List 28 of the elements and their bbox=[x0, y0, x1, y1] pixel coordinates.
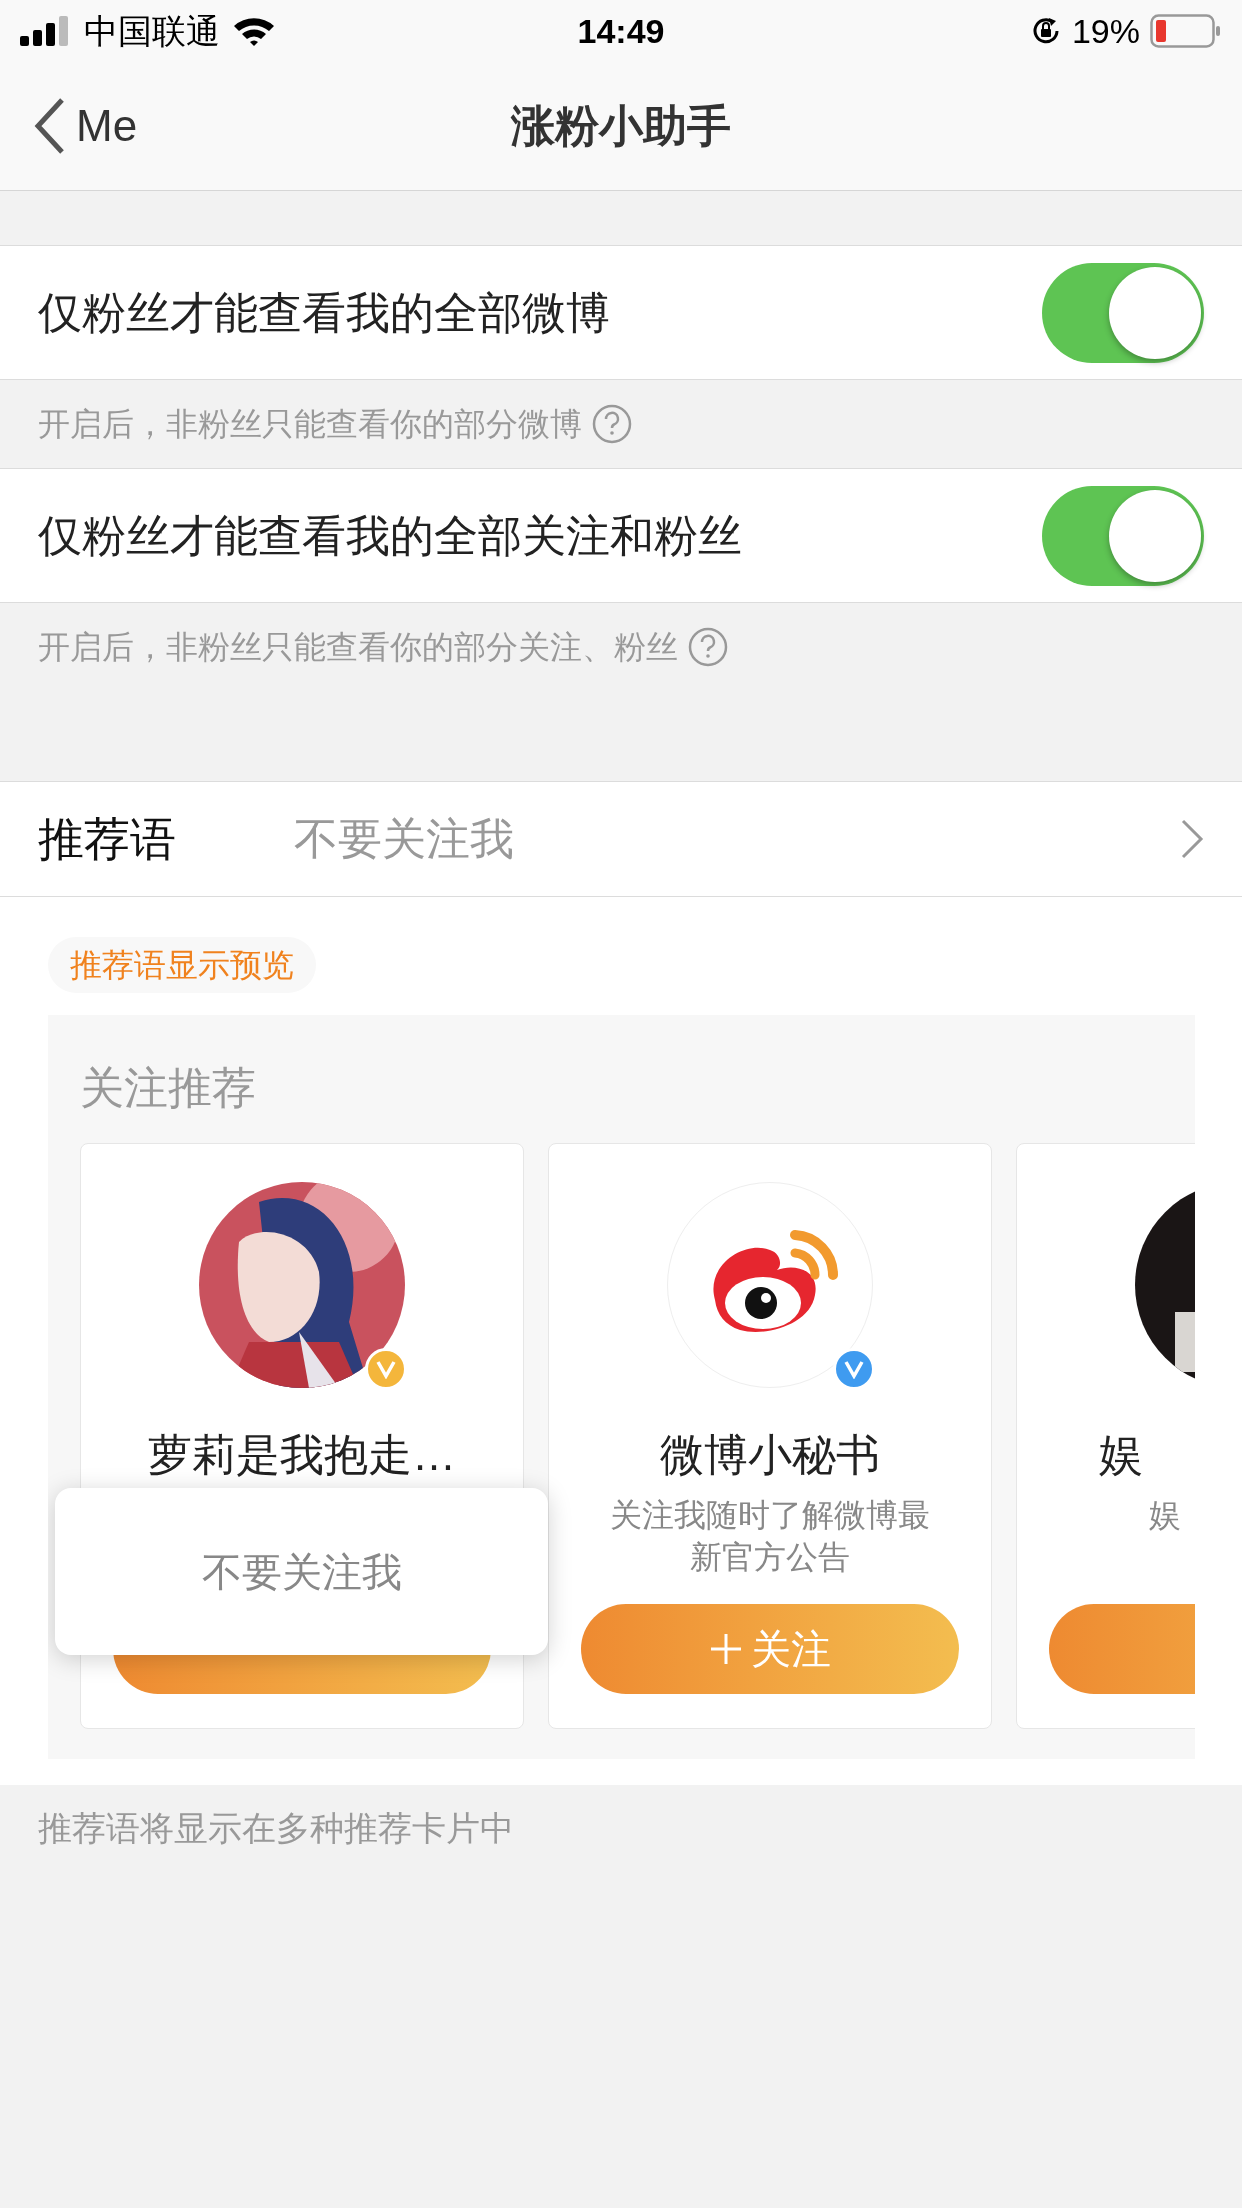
user-description: 娱 bbox=[1149, 1496, 1181, 1535]
wifi-icon bbox=[232, 15, 276, 47]
user-name: 萝莉是我抱走… bbox=[148, 1429, 456, 1481]
popup-text: 不要关注我 bbox=[201, 1548, 402, 1596]
battery-icon bbox=[1150, 14, 1222, 48]
section-title: 关注推荐 bbox=[80, 1062, 256, 1114]
back-button[interactable]: Me bbox=[32, 93, 138, 159]
battery-percent: 19% bbox=[1071, 10, 1140, 52]
user-description: 关注我随时了解微博最新官方公告 bbox=[609, 1496, 931, 1577]
recommend-row[interactable]: 推荐语 不要关注我 bbox=[0, 781, 1242, 897]
setting-label: 仅粉丝才能查看我的全部关注和粉丝 bbox=[38, 509, 742, 562]
footer-note: 推荐语将显示在多种推荐卡片中 bbox=[38, 1809, 514, 1847]
setting-hint: 开启后，非粉丝只能查看你的部分微博 bbox=[38, 405, 582, 444]
plus-icon bbox=[709, 1632, 743, 1666]
user-name: 娱 bbox=[1099, 1429, 1143, 1481]
status-time: 14:49 bbox=[577, 10, 665, 52]
preview-tag: 推荐语显示预览 bbox=[48, 937, 316, 993]
carrier-name: 中国联通 bbox=[84, 10, 220, 52]
help-icon[interactable] bbox=[592, 404, 632, 444]
row-value: 不要关注我 bbox=[294, 813, 514, 865]
setting-hint: 开启后，非粉丝只能查看你的部分关注、粉丝 bbox=[38, 628, 678, 667]
page-title: 涨粉小助手 bbox=[511, 100, 731, 152]
chevron-right-icon bbox=[1180, 818, 1204, 860]
back-chevron-icon bbox=[32, 96, 66, 156]
setting-label: 仅粉丝才能查看我的全部微博 bbox=[38, 286, 610, 339]
row-label: 推荐语 bbox=[38, 811, 177, 867]
help-icon[interactable] bbox=[688, 627, 728, 667]
user-name: 微博小秘书 bbox=[660, 1429, 880, 1481]
